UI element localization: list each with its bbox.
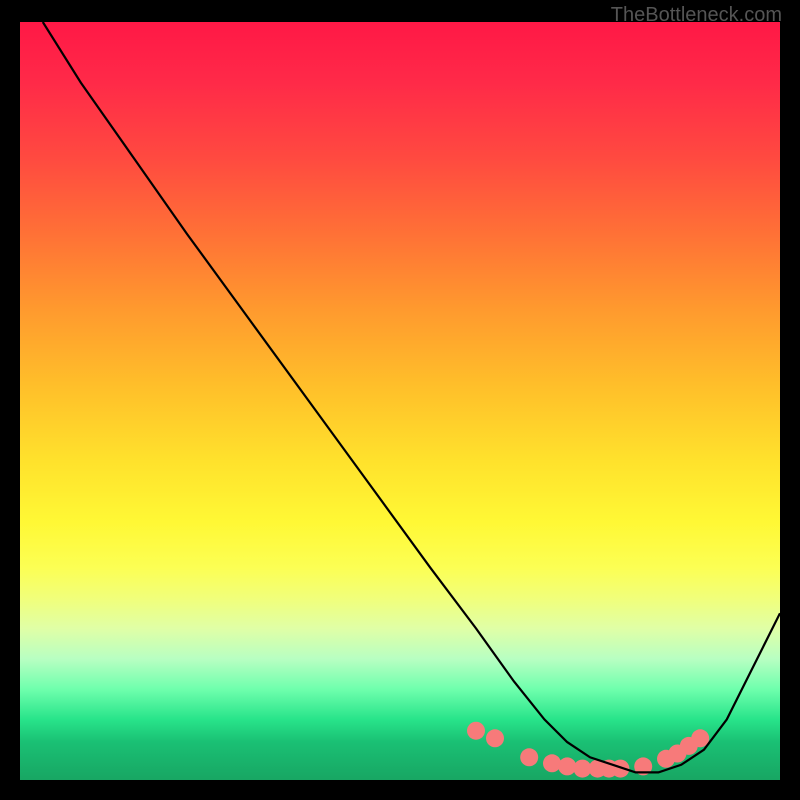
chart-marker-dot	[558, 757, 576, 775]
chart-marker-dot	[543, 754, 561, 772]
chart-svg	[20, 22, 780, 780]
watermark-text: TheBottleneck.com	[611, 4, 782, 27]
chart-markers	[467, 722, 709, 778]
chart-marker-dot	[520, 748, 538, 766]
bottleneck-curve	[43, 22, 780, 772]
chart-marker-dot	[467, 722, 485, 740]
chart-marker-dot	[486, 729, 504, 747]
chart-plot-area	[20, 22, 780, 780]
